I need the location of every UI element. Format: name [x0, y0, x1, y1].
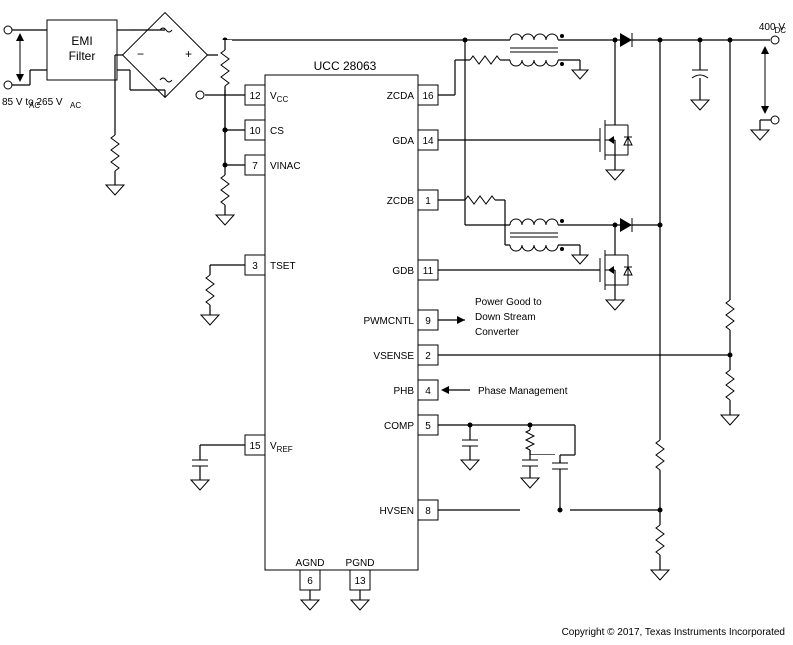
- svg-text:HVSEN: HVSEN: [380, 506, 414, 517]
- svg-text:11: 11: [423, 266, 434, 277]
- pin-phb: 4 PHB: [393, 380, 438, 400]
- pin-tset: 3 TSET: [245, 255, 296, 275]
- bridge-rectifier: − +: [123, 13, 208, 98]
- svg-text:14: 14: [422, 136, 434, 147]
- svg-text:8: 8: [425, 506, 431, 517]
- svg-text:+: +: [185, 47, 192, 61]
- svg-text:6: 6: [307, 576, 313, 587]
- phb-note: Phase Management: [478, 386, 568, 397]
- mosfet-a: [438, 40, 632, 180]
- svg-text:12: 12: [249, 91, 261, 102]
- emi-label-2: Filter: [69, 49, 96, 63]
- pwmcntl-note-2: Down Stream: [475, 312, 536, 323]
- pin-hvsen: 8 HVSEN: [380, 500, 438, 520]
- svg-text:GDB: GDB: [392, 266, 414, 277]
- svg-text:1: 1: [425, 196, 431, 207]
- pwmcntl-note-3: Converter: [475, 327, 520, 338]
- diode-a: [620, 33, 632, 47]
- pin-zcdb: 1 ZCDB: [387, 190, 438, 210]
- pin-vcc: 12 VCC: [245, 85, 288, 105]
- svg-text:COMP: COMP: [384, 421, 414, 432]
- svg-text:GDA: GDA: [392, 136, 414, 147]
- transformer-a: [510, 34, 564, 66]
- svg-text:TSET: TSET: [270, 261, 296, 272]
- pin-pwmcntl: 9 PWMCNTL: [363, 310, 438, 330]
- svg-text:PHB: PHB: [393, 386, 414, 397]
- transformer-b: [510, 219, 564, 251]
- pin-gdb: 11 GDB: [392, 260, 438, 280]
- chip-name: UCC 28063: [314, 59, 377, 73]
- pin-gda: 14 GDA: [392, 130, 438, 150]
- svg-text:VSENSE: VSENSE: [373, 351, 414, 362]
- ground-icon: [106, 185, 124, 195]
- pin-vsense: 2 VSENSE: [373, 345, 438, 365]
- svg-text:ZCDB: ZCDB: [387, 196, 415, 207]
- pin-agnd: 6 AGND: [296, 558, 325, 590]
- svg-text:16: 16: [422, 91, 434, 102]
- svg-text:7: 7: [252, 161, 258, 172]
- svg-text:ZCDA: ZCDA: [387, 91, 415, 102]
- pwmcntl-note-1: Power Good to: [475, 297, 542, 308]
- pin-vinac: 7 VINAC: [245, 155, 301, 175]
- svg-text:2: 2: [425, 351, 431, 362]
- output-dc: DC: [774, 26, 786, 35]
- svg-text:VCC: VCC: [270, 91, 288, 104]
- pin-comp: 5 COMP: [384, 415, 438, 435]
- svg-text:3: 3: [252, 261, 258, 272]
- pin-pgnd: 13 PGND: [346, 558, 375, 590]
- svg-text:PWMCNTL: PWMCNTL: [363, 316, 414, 327]
- svg-text:5: 5: [425, 421, 431, 432]
- diode-b: [620, 218, 632, 232]
- svg-text:CS: CS: [270, 126, 284, 137]
- svg-text:10: 10: [249, 126, 261, 137]
- svg-text:4: 4: [425, 386, 431, 397]
- svg-text:−: −: [137, 47, 144, 61]
- emi-label-1: EMI: [71, 34, 92, 48]
- svg-text:PGND: PGND: [346, 558, 375, 569]
- pin-zcda: 16 ZCDA: [387, 85, 438, 105]
- input-ac-2: AC: [70, 101, 81, 110]
- svg-text:AGND: AGND: [296, 558, 325, 569]
- pin-vref: 15 VREF: [245, 435, 293, 455]
- copyright-label: Copyright © 2017, Texas Instruments Inco…: [562, 627, 785, 638]
- pin-cs: 10 CS: [245, 120, 284, 140]
- svg-text:13: 13: [354, 576, 366, 587]
- svg-text:9: 9: [425, 316, 431, 327]
- input-ac-1: AC: [29, 101, 40, 110]
- svg-text:VREF: VREF: [270, 441, 293, 454]
- svg-text:VINAC: VINAC: [270, 161, 301, 172]
- svg-text:15: 15: [249, 441, 261, 452]
